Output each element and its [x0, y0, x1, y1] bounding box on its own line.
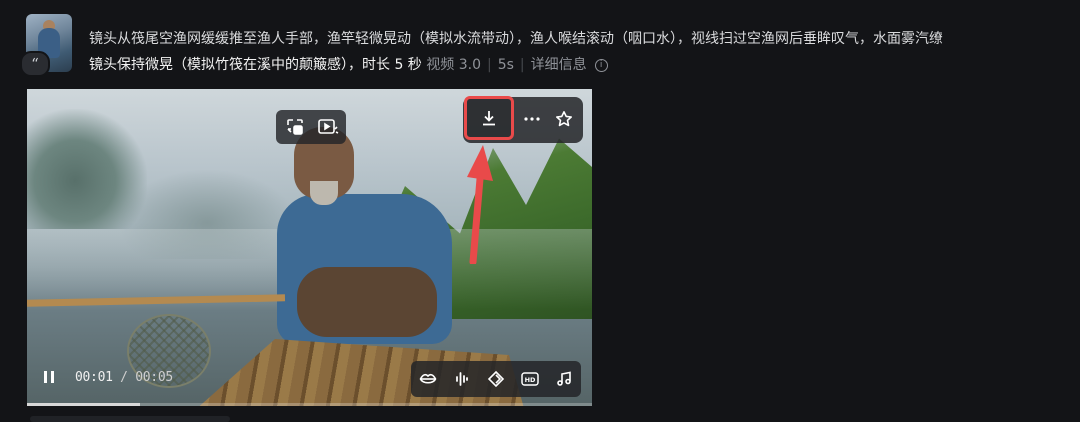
time-separator: /	[112, 369, 136, 385]
time-total: 00:05	[135, 369, 173, 385]
svg-text:HD: HD	[525, 376, 536, 384]
progress-fill	[27, 403, 140, 406]
frame-tools-pill	[276, 110, 346, 144]
music-icon[interactable]	[550, 365, 578, 393]
star-icon	[556, 111, 572, 127]
play-magic-icon[interactable]	[314, 113, 342, 141]
prompt-line-2: 镜头保持微晃（模拟竹筏在溪中的颠簸感），时长 5 秒	[89, 57, 422, 73]
scene-fisherman-beard	[310, 181, 338, 205]
time-display: 00:01 / 00:05	[75, 370, 173, 385]
pause-icon	[44, 371, 54, 383]
swap-frame-icon[interactable]	[281, 113, 309, 141]
video-player[interactable]: 00:01 / 00:05 HD	[27, 89, 592, 406]
quote-icon[interactable]: “	[20, 51, 50, 77]
duration-tag: 5s	[497, 57, 514, 73]
time-current: 00:01	[75, 369, 113, 385]
frame-interpolate-icon[interactable]	[482, 365, 510, 393]
scene-fisherman-pants	[297, 267, 437, 337]
hd-icon[interactable]: HD	[516, 365, 544, 393]
more-icon	[524, 117, 540, 121]
prompt-line-2-row: 镜头保持微晃（模拟竹筏在溪中的颠簸感），时长 5 秒 视频 3.0 | 5s | 详细信…	[89, 52, 1080, 78]
favorite-button[interactable]	[549, 97, 579, 141]
video-tools-pill: HD	[411, 361, 581, 397]
divider: |	[519, 57, 525, 73]
detail-link[interactable]: 详细信息	[531, 57, 587, 73]
lip-sync-icon[interactable]	[414, 365, 442, 393]
playback-controls: 00:01 / 00:05	[41, 369, 173, 385]
model-tag: 视频 3.0	[426, 57, 481, 73]
annotation-arrow	[467, 145, 493, 264]
prompt-text: 镜头从筏尾空渔网缓缓推至渔人手部，渔竿轻微晃动（模拟水流带动），渔人喉结滚动（咽…	[89, 26, 1080, 78]
progress-bar[interactable]	[27, 403, 592, 406]
info-icon[interactable]: i	[594, 58, 608, 72]
download-icon	[483, 111, 495, 126]
more-button[interactable]	[517, 97, 547, 141]
download-button[interactable]	[464, 96, 514, 140]
pause-button[interactable]	[41, 369, 57, 385]
prompt-line-1: 镜头从筏尾空渔网缓缓推至渔人手部，渔竿轻微晃动（模拟水流带动），渔人喉结滚动（咽…	[89, 31, 943, 47]
next-card-stub	[30, 416, 230, 422]
divider: |	[486, 57, 492, 73]
audio-wave-icon[interactable]	[448, 365, 476, 393]
